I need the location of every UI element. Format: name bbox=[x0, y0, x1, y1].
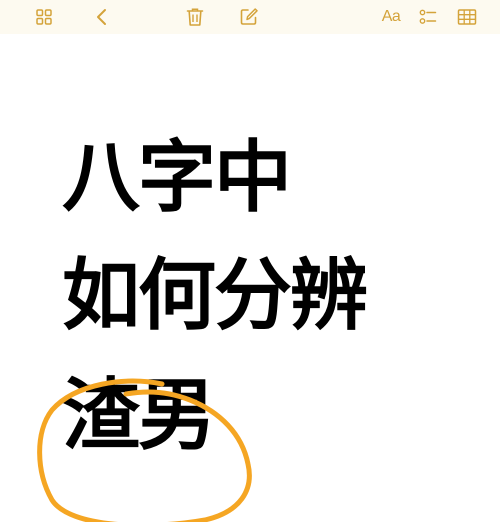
checklist-button[interactable] bbox=[415, 4, 441, 30]
table-icon bbox=[457, 9, 477, 25]
compose-button[interactable] bbox=[236, 4, 262, 30]
delete-button[interactable] bbox=[182, 4, 208, 30]
table-button[interactable] bbox=[454, 4, 480, 30]
note-line-title: 八字中 bbox=[62, 133, 292, 223]
notes-app: Aa 八字中 如何分辨 渣男 bbox=[0, 0, 500, 522]
gallery-view-icon bbox=[36, 9, 52, 25]
compose-icon bbox=[240, 8, 258, 25]
checklist-icon bbox=[419, 9, 437, 24]
notes-toolbar: Aa bbox=[0, 0, 500, 34]
gallery-view-button[interactable] bbox=[31, 4, 57, 30]
text-format-label: Aa bbox=[381, 8, 401, 25]
text-format-button[interactable]: Aa bbox=[376, 4, 406, 30]
note-line-subtitle: 如何分辨 bbox=[62, 251, 368, 341]
back-button[interactable] bbox=[89, 4, 115, 30]
trash-icon bbox=[186, 8, 204, 26]
back-chevron-icon bbox=[97, 9, 106, 25]
note-line-highlight: 渣男 bbox=[62, 371, 216, 461]
